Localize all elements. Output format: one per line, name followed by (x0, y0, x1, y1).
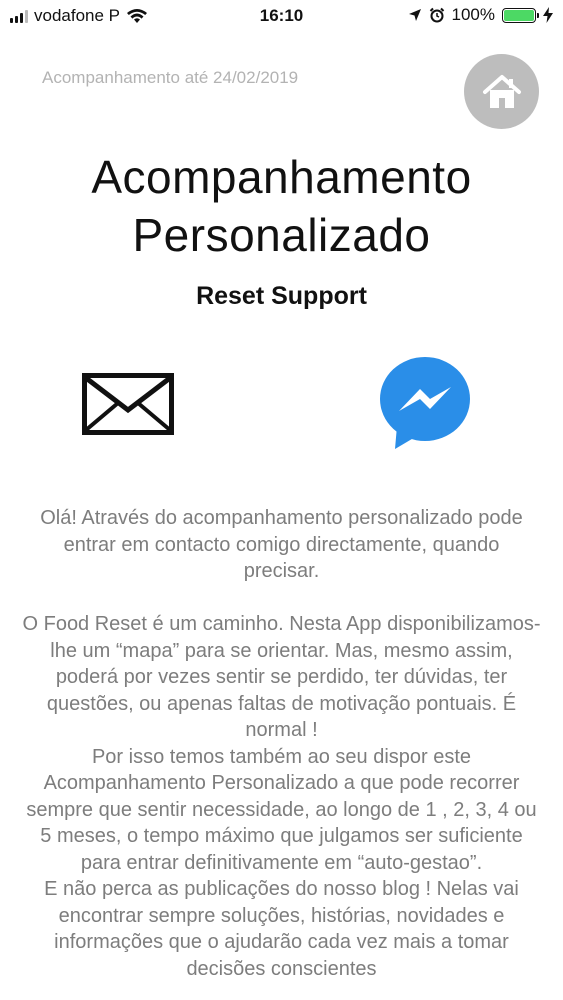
body-paragraph-3: E não perca as publicações do nosso blog… (44, 878, 519, 980)
home-icon (482, 74, 521, 108)
page-title-line1: Acompanhamento (91, 151, 472, 203)
body-text: O Food Reset é um caminho. Nesta App dis… (22, 611, 541, 982)
page-title-line2: Personalizado (132, 209, 431, 261)
body-paragraph-1: O Food Reset é um caminho. Nesta App dis… (22, 613, 541, 741)
page-subtitle: Reset Support (196, 282, 367, 310)
charging-icon (543, 7, 553, 23)
location-arrow-icon (408, 9, 421, 21)
alarm-icon (429, 7, 444, 23)
battery-icon (502, 7, 539, 23)
home-button[interactable] (464, 54, 539, 129)
status-right: 100% (408, 5, 553, 25)
messenger-icon[interactable] (379, 356, 471, 450)
status-bar: vodafone P 16:10 100% (0, 0, 563, 34)
follow-up-date: Acompanhamento até 24/02/2019 (42, 68, 299, 87)
envelope-icon[interactable] (82, 373, 174, 435)
body-paragraph-2: Por isso temos também ao seu dispor este… (26, 745, 537, 874)
battery-percent: 100% (451, 5, 495, 24)
page-title: Acompanhamento Personalizado (0, 148, 563, 264)
intro-text: Olá! Através do acompanhamento personali… (40, 507, 523, 582)
